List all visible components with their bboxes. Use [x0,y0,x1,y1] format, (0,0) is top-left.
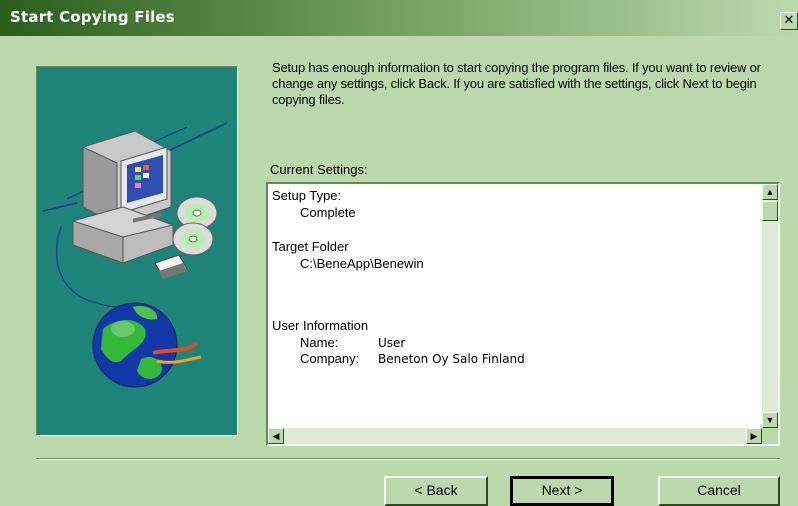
intro-text: Setup has enough information to start co… [272,60,761,107]
cd-disc-icon [172,196,218,256]
button-separator [36,458,780,460]
company-key: Company: [300,351,360,366]
floppy-disk-icon [154,254,188,279]
close-icon[interactable]: ✕ [780,12,798,30]
user-name-value: User [378,336,406,350]
setup-type-group: Setup Type: Complete [272,188,762,221]
setup-illustration [36,66,238,436]
back-button[interactable]: < Back [384,476,488,506]
globe-icon [92,302,202,388]
user-info-heading: User Information [272,318,369,333]
setup-type-heading: Setup Type: [272,188,342,203]
user-info-group: User Information Name: User Company: Ben… [272,318,762,367]
scroll-down-icon[interactable]: ▼ [762,412,778,428]
target-folder-group: Target Folder C:\BeneApp\Benewin [272,239,762,272]
scroll-left-icon[interactable]: ◀ [268,428,284,444]
company-row: Company: Beneton Oy Salo Finland [272,351,762,367]
cancel-button[interactable]: Cancel [658,476,780,506]
scroll-right-icon[interactable]: ▶ [746,428,762,444]
scrollbar-corner [762,428,778,444]
next-button[interactable]: Next > [510,476,614,506]
company-value: Beneton Oy Salo Finland [378,352,525,366]
settings-content: Setup Type: Complete Target Folder C:\Be… [272,188,762,385]
user-name-row: Name: User [272,335,762,351]
computer-icon [72,130,174,264]
user-name-key: Name: [300,335,339,350]
title-bar[interactable]: Start Copying Files ✕ [0,0,798,36]
setup-type-value: Complete [300,205,356,220]
vertical-scroll-thumb[interactable] [762,201,778,221]
horizontal-scrollbar[interactable]: ◀ ▶ [268,428,762,444]
scroll-up-icon[interactable]: ▲ [762,184,778,200]
current-settings-listbox[interactable]: Setup Type: Complete Target Folder C:\Be… [266,182,780,446]
target-folder-heading: Target Folder [272,239,349,254]
current-settings-label: Current Settings: [270,162,368,177]
target-folder-value: C:\BeneApp\Benewin [300,256,424,271]
vertical-scrollbar[interactable]: ▲ ▼ [762,184,778,428]
window-title: Start Copying Files [10,8,175,26]
